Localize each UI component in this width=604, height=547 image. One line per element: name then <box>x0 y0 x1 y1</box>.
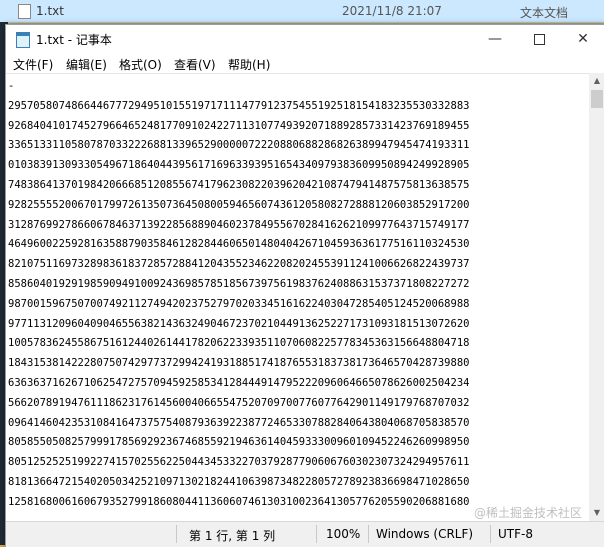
menu-edit[interactable]: 编辑(E) <box>66 56 107 73</box>
title-bar[interactable]: 1.txt - 记事本 — ✕ <box>6 25 604 53</box>
menu-file[interactable]: 文件(F) <box>13 56 53 73</box>
minimize-button[interactable]: — <box>473 25 517 53</box>
status-cursor-position: 第 1 行, 第 1 列 <box>189 529 276 543</box>
status-bar: 第 1 行, 第 1 列 100% Windows (CRLF) UTF-8 <box>6 521 604 547</box>
status-zoom: 100% <box>326 527 361 541</box>
maximize-button[interactable] <box>517 25 561 53</box>
text-editor[interactable]: - 29570580748664467772949510155197171114… <box>6 73 589 522</box>
menu-format[interactable]: 格式(O) <box>119 56 162 73</box>
status-divider <box>490 525 491 543</box>
maximize-icon <box>533 33 545 45</box>
menu-bar: 文件(F) 编辑(E) 格式(O) 查看(V) 帮助(H) <box>6 53 604 73</box>
status-divider <box>368 525 369 543</box>
scrollbar-thumb[interactable] <box>591 90 603 108</box>
status-divider <box>316 525 317 543</box>
status-encoding: UTF-8 <box>498 527 533 541</box>
watermark: @稀土掘金技术社区 <box>474 506 583 520</box>
menu-view[interactable]: 查看(V) <box>174 56 216 73</box>
window-title: 1.txt - 记事本 <box>36 33 112 47</box>
explorer-file-date: 2021/11/8 21:07 <box>342 4 442 18</box>
close-icon: ✕ <box>577 31 589 47</box>
scroll-up-icon[interactable]: ▲ <box>589 73 604 89</box>
status-divider <box>176 525 177 543</box>
text-file-icon <box>18 4 31 19</box>
explorer-file-row[interactable]: 1.txt 2021/11/8 21:07 文本文档 <box>0 0 604 23</box>
minimize-icon: — <box>488 31 502 47</box>
explorer-file-name: 1.txt <box>36 4 64 18</box>
close-button[interactable]: ✕ <box>561 25 604 53</box>
scroll-down-icon[interactable]: ▼ <box>589 505 604 521</box>
menu-help[interactable]: 帮助(H) <box>228 56 270 73</box>
explorer-file-type: 文本文档 <box>520 6 569 20</box>
vertical-scrollbar[interactable]: ▲ ▼ <box>589 73 604 521</box>
status-line-ending: Windows (CRLF) <box>376 527 474 541</box>
editor-content[interactable]: - 29570580748664467772949510155197171114… <box>8 77 588 513</box>
notepad-window: 1.txt - 记事本 — ✕ 文件(F) 编辑(E) 格式(O) 查看(V) … <box>5 24 604 547</box>
notepad-icon <box>16 32 30 48</box>
